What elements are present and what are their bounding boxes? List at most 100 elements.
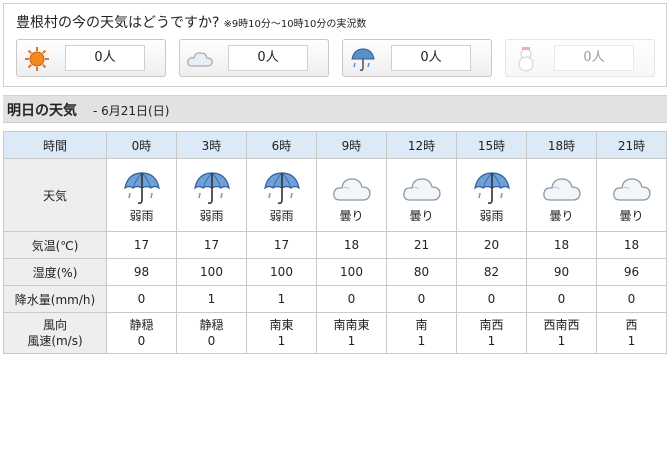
wind-row-label: 風向 風速(m/s) (3, 312, 107, 354)
wind-speed: 1 (277, 334, 286, 348)
temperature-cell: 17 (176, 231, 247, 259)
weather-cell: 曇り (386, 158, 457, 232)
time-row-label: 時間 (3, 131, 107, 159)
humidity-row-label: 湿度(%) (3, 258, 107, 286)
weather-label: 曇り (549, 209, 574, 223)
wind-direction: 静穏 (199, 318, 224, 332)
temperature-cell: 18 (316, 231, 387, 259)
weather-cell: 弱雨 (106, 158, 177, 232)
wind-direction: 南 (415, 318, 428, 332)
time-cell: 6時 (246, 131, 317, 159)
cloud-icon (332, 178, 371, 201)
weather-cell: 弱雨 (456, 158, 527, 232)
umbrella-icon (123, 172, 160, 204)
precipitation-cell: 0 (106, 285, 177, 313)
weather-label: 弱雨 (129, 209, 154, 223)
precipitation-cell: 0 (456, 285, 527, 313)
vote-note: ※9時10分～10時10分の実況数 (223, 19, 367, 30)
weather-cell: 曇り (596, 158, 667, 232)
temperature-cell: 17 (106, 231, 177, 259)
wind-speed-label: 風速(m/s) (27, 334, 83, 348)
weather-label: 弱雨 (479, 209, 504, 223)
wind-direction: 静穏 (129, 318, 154, 332)
precipitation-cell: 0 (596, 285, 667, 313)
wind-row: 風向 風速(m/s) 静穏 0 静穏 0 南東 1 南南東 1 南1 南西 1 西南西 1 … (3, 312, 667, 354)
umbrella-rain-icon (351, 48, 375, 71)
weather-row-label: 天気 (3, 158, 107, 232)
vote-question: 豊根村の今の天気はどうですか? (16, 15, 220, 31)
humidity-row: 湿度(%) 98 100 100 100 80 82 90 96 (3, 258, 667, 286)
vote-cloudy-button[interactable]: 0人 (179, 39, 329, 77)
humidity-cell: 100 (316, 258, 387, 286)
time-cell: 3時 (176, 131, 247, 159)
humidity-cell: 90 (526, 258, 597, 286)
wind-direction: 南西 (479, 318, 504, 332)
vote-sunny-button[interactable]: 0人 (16, 39, 166, 77)
umbrella-icon (193, 172, 230, 204)
vote-title: 豊根村の今の天気はどうですか? ※9時10分～10時10分の実況数 (16, 12, 366, 32)
weather-cell: 曇り (316, 158, 387, 232)
weather-label: 弱雨 (199, 209, 224, 223)
vote-snowy-count: 0人 (554, 45, 634, 71)
temperature-row: 気温(℃) 17 17 17 18 21 20 18 18 (3, 231, 667, 259)
wind-cell: 南東 1 (246, 312, 317, 354)
wind-speed: 1 (417, 334, 426, 348)
vote-rainy-button[interactable]: 0人 (342, 39, 492, 77)
temperature-cell: 18 (596, 231, 667, 259)
time-cell: 18時 (526, 131, 597, 159)
weather-cell: 曇り (526, 158, 597, 232)
wind-direction: 西 (625, 318, 638, 332)
precipitation-cell: 1 (176, 285, 247, 313)
wind-speed: 1 (627, 334, 636, 348)
weather-label: 曇り (619, 209, 644, 223)
humidity-cell: 100 (246, 258, 317, 286)
precipitation-cell: 0 (526, 285, 597, 313)
humidity-cell: 82 (456, 258, 527, 286)
wind-cell: 南1 (386, 312, 457, 354)
temperature-cell: 21 (386, 231, 457, 259)
time-cell: 21時 (596, 131, 667, 159)
umbrella-icon (263, 172, 300, 204)
precipitation-cell: 0 (386, 285, 457, 313)
precipitation-row: 降水量(mm/h) 0 1 1 0 0 0 0 0 (3, 285, 667, 313)
temperature-row-label: 気温(℃) (3, 231, 107, 259)
vote-rainy-count: 0人 (391, 45, 471, 71)
humidity-cell: 98 (106, 258, 177, 286)
wind-speed: 1 (347, 334, 356, 348)
vote-snowy-button: 0人 (505, 39, 655, 77)
tomorrow-header: 明日の天気 - 6月21日(日) (3, 95, 667, 123)
wind-cell: 西南西 1 (526, 312, 597, 354)
wind-direction: 南南東 (333, 318, 370, 332)
weather-label: 曇り (339, 209, 364, 223)
wind-cell: 静穏 0 (106, 312, 177, 354)
forecast-table: 時間 0時 3時 6時 9時 12時 15時 18時 21時 天気 弱雨 弱雨 … (3, 131, 667, 354)
wind-direction: 西南西 (543, 318, 580, 332)
time-cell: 0時 (106, 131, 177, 159)
temperature-cell: 18 (526, 231, 597, 259)
wind-speed: 0 (207, 334, 216, 348)
tomorrow-title: 明日の天気 (7, 103, 77, 119)
humidity-cell: 80 (386, 258, 457, 286)
wind-cell: 西1 (596, 312, 667, 354)
umbrella-icon (473, 172, 510, 204)
weather-cell: 弱雨 (176, 158, 247, 232)
temperature-cell: 20 (456, 231, 527, 259)
tomorrow-date: - 6月21日(日) (93, 104, 170, 118)
vote-cloudy-count: 0人 (228, 45, 308, 71)
sun-icon (25, 47, 49, 71)
wind-speed: 1 (557, 334, 566, 348)
humidity-cell: 96 (596, 258, 667, 286)
time-cell: 12時 (386, 131, 457, 159)
precipitation-cell: 1 (246, 285, 317, 313)
time-cell: 9時 (316, 131, 387, 159)
time-row: 時間 0時 3時 6時 9時 12時 15時 18時 21時 (3, 131, 667, 159)
wind-cell: 静穏 0 (176, 312, 247, 354)
weather-row: 天気 弱雨 弱雨 弱雨 曇り 曇り 弱雨 曇り 曇り (3, 158, 667, 232)
wind-cell: 南南東 1 (316, 312, 387, 354)
wind-cell: 南西 1 (456, 312, 527, 354)
wind-speed: 0 (137, 334, 146, 348)
time-cell: 15時 (456, 131, 527, 159)
weather-label: 弱雨 (269, 209, 294, 223)
current-weather-vote-panel: 豊根村の今の天気はどうですか?※9時10分～10時10分の実況数 0人 0人 (3, 3, 667, 87)
wind-direction: 南東 (269, 318, 294, 332)
